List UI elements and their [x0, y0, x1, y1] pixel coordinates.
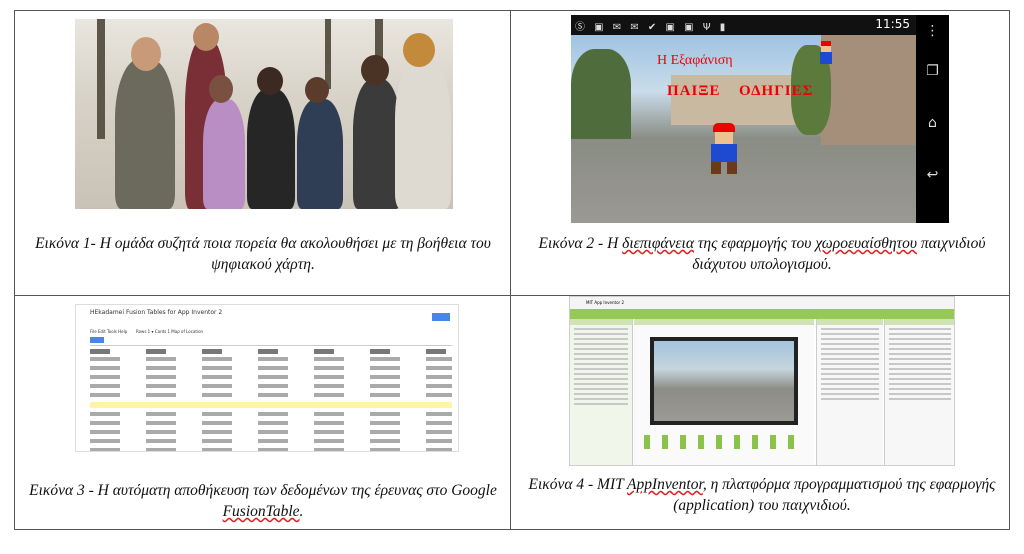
caption-term-1: AppInventor [627, 476, 703, 493]
components-panel [816, 319, 883, 465]
viewer-phone [650, 337, 798, 425]
caption-text: Η ομάδα συζητά ποια πορεία θα ακολουθήσε… [99, 235, 491, 273]
home-icon[interactable]: ⌂ [916, 115, 949, 131]
figure-grid: Εικόνα 1- Η ομάδα συζητά ποια πορεία θα … [14, 10, 1010, 530]
fusion-menu: File Edit Tools Help [90, 329, 128, 334]
fusion-tabs: Rows 1 ▾ Cards 1 Map of Location [136, 329, 204, 334]
back-icon[interactable]: ↩ [916, 167, 949, 183]
palette-panel [570, 319, 633, 465]
fusion-title: HEkadamei Fusion Tables for App Inventor… [90, 309, 223, 316]
game-scene: Η Εξαφάνιση ΠΑΙΞΕ ΟΔΗΓΙΕΣ [571, 35, 916, 223]
fusion-table-screenshot: HEkadamei Fusion Tables for App Inventor… [75, 304, 459, 452]
figure-2-caption: Εικόνα 2 - Η διεπιφάνεια της εφαρμογής τ… [517, 233, 1007, 275]
figure-4-cell: MIT App Inventor 2 Εικόνα 4 - MIT AppInv… [511, 296, 1011, 531]
group-photo [75, 19, 453, 209]
figure-1-caption: Εικόνα 1- Η ομάδα συζητά ποια πορεία θα … [21, 233, 505, 275]
appinventor-topbar: MIT App Inventor 2 [570, 297, 954, 309]
figure-4-caption: Εικόνα 4 - MIT AppInventor, η πλατφόρμα … [517, 474, 1007, 516]
figure-2-cell: Ⓢ ▣ ✉ ✉ ✔ ▣ ▣ Ψ ▮ 11:55 Η Εξαφάνιση ΠΑΙΞ… [511, 11, 1011, 295]
caption-term-1: FusionTable [222, 503, 300, 520]
appinventor-screenshot: MIT App Inventor 2 [569, 296, 955, 466]
caption-prefix: Εικόνα 3 - Η αυτόματη αποθήκευση των δεδ… [29, 482, 497, 499]
caption-mid: της εφαρμογής του [693, 235, 816, 252]
mario-small-icon [819, 41, 833, 65]
figure-1-cell: Εικόνα 1- Η ομάδα συζητά ποια πορεία θα … [15, 11, 510, 295]
status-time: 11:55 [875, 17, 910, 31]
guide-button[interactable]: ΟΔΗΓΙΕΣ [739, 83, 813, 100]
caption-end: . [299, 503, 304, 520]
mario-icon [707, 123, 741, 177]
phone-screen: Ⓢ ▣ ✉ ✉ ✔ ▣ ▣ Ψ ▮ 11:55 Η Εξαφάνιση ΠΑΙΞ… [571, 15, 949, 223]
fusion-rows [90, 349, 452, 451]
figure-3-caption: Εικόνα 3 - Η αυτόματη αποθήκευση των δεδ… [21, 480, 505, 522]
game-title: Η Εξαφάνιση [657, 53, 733, 68]
appinventor-title: MIT App Inventor 2 [586, 300, 624, 305]
notification-icons: Ⓢ ▣ ✉ ✉ ✔ ▣ ▣ Ψ ▮ [575, 22, 729, 33]
caption-end: , η πλατφόρμα προγραμματισμού της εφαρμο… [673, 476, 996, 514]
caption-prefix: Εικόνα 1- [35, 235, 100, 252]
properties-panel [884, 319, 954, 465]
caption-prefix: Εικόνα 4 - MIT [528, 476, 628, 493]
menu-dots-icon[interactable]: ⋮ [916, 23, 949, 39]
caption-term-1: διεπιφάνεια [622, 235, 694, 252]
caption-prefix: Εικόνα 2 - Η [538, 235, 623, 252]
recent-apps-icon[interactable]: ❐ [916, 63, 949, 79]
play-button[interactable]: ΠΑΙΞΕ [667, 83, 721, 100]
viewer-panel [634, 319, 814, 465]
appinventor-toolbar [570, 309, 954, 319]
caption-term-2: χωροευαίσθητου [815, 235, 917, 252]
share-button[interactable] [432, 313, 450, 321]
figure-3-cell: HEkadamei Fusion Tables for App Inventor… [15, 296, 510, 531]
status-bar: Ⓢ ▣ ✉ ✉ ✔ ▣ ▣ Ψ ▮ 11:55 [571, 15, 916, 35]
android-nav-bar: ⋮ ❐ ⌂ ↩ [916, 15, 949, 223]
